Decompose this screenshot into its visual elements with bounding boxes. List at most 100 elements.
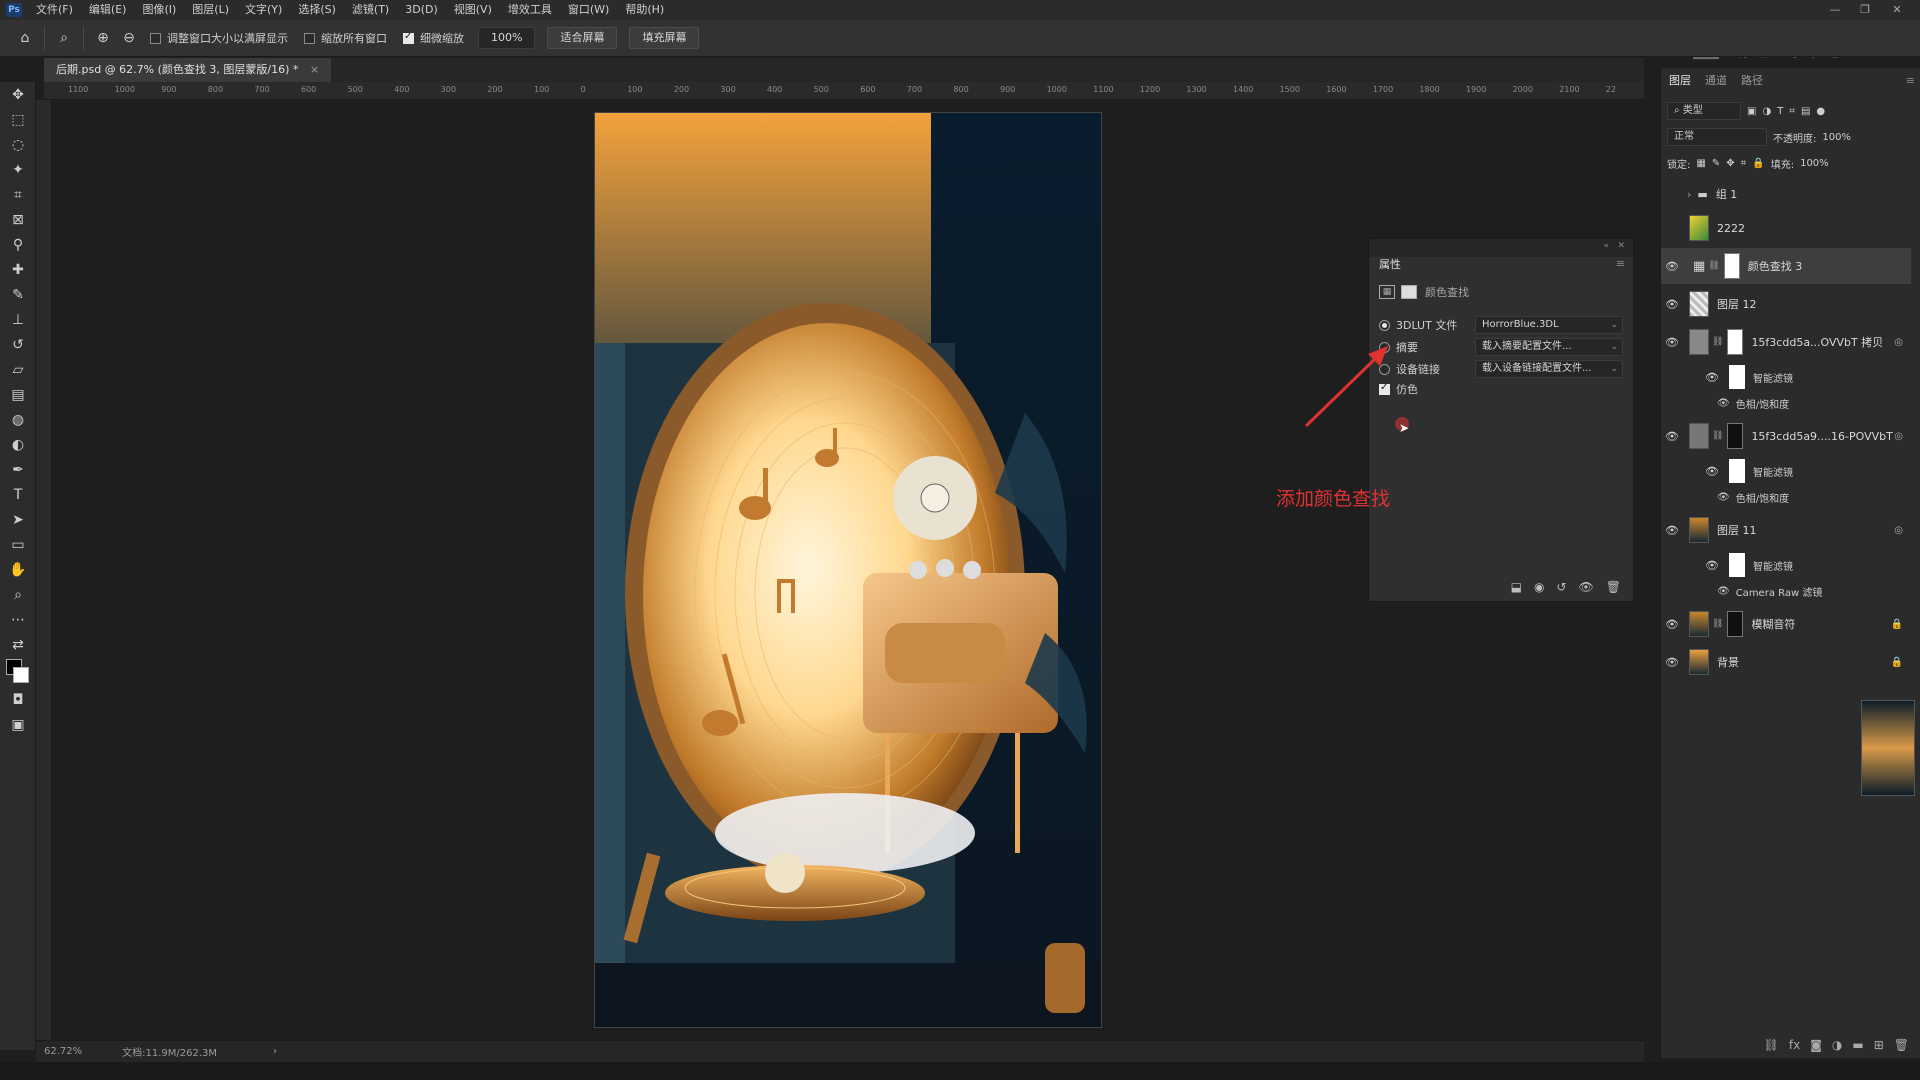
frame-tool-icon[interactable]: ⊠ bbox=[0, 207, 36, 232]
checkbox-box[interactable] bbox=[150, 32, 161, 44]
zoom-100-button[interactable]: 100% bbox=[478, 27, 536, 49]
layer-row-smart-copy[interactable]: 👁 ⛓ 15f3cdd5a...OVVbT 拷贝 ◎ bbox=[1661, 324, 1911, 360]
brush-tool-icon[interactable]: ✎ bbox=[0, 282, 36, 307]
zoom-tool-icon[interactable]: ⌕ bbox=[0, 582, 36, 607]
gradient-tool-icon[interactable]: ▤ bbox=[0, 382, 36, 407]
menu-3d[interactable]: 3D(D) bbox=[397, 0, 446, 20]
reset-icon[interactable]: ↺ bbox=[1556, 580, 1566, 594]
filter-pixel-icon[interactable]: ▣ bbox=[1747, 106, 1756, 117]
view-previous-state-icon[interactable]: ◉ bbox=[1534, 580, 1544, 594]
collapse-icon[interactable]: « bbox=[1603, 241, 1609, 251]
lut-file-radio[interactable] bbox=[1379, 319, 1390, 331]
eye-icon[interactable]: 👁 bbox=[1717, 586, 1730, 597]
eye-icon[interactable]: 👁 bbox=[1701, 371, 1723, 384]
eye-icon[interactable]: 👁 bbox=[1661, 618, 1683, 631]
quick-mask-icon[interactable]: ◘ bbox=[0, 687, 36, 712]
clip-to-layer-icon[interactable]: ⬓ bbox=[1511, 580, 1522, 594]
link-icon[interactable]: ⛓ bbox=[1712, 619, 1723, 629]
panel-menu-icon[interactable]: ≡ bbox=[1616, 257, 1625, 270]
tab-channels[interactable]: 通道 bbox=[1705, 72, 1727, 88]
abstract-select[interactable]: 载入摘要配置文件... ⌄ bbox=[1475, 338, 1623, 356]
eraser-tool-icon[interactable]: ▱ bbox=[0, 357, 36, 382]
type-tool-icon[interactable]: T bbox=[0, 482, 36, 507]
background-color[interactable] bbox=[13, 667, 29, 683]
resize-windows-checkbox[interactable]: 调整窗口大小以满屏显示 bbox=[150, 30, 288, 46]
fill-value[interactable]: 100% bbox=[1800, 158, 1829, 169]
close-panel-icon[interactable]: ✕ bbox=[1617, 241, 1625, 251]
fit-screen-button[interactable]: 适合屏幕 bbox=[547, 27, 618, 49]
layer-row-color-lookup[interactable]: 👁 ▦ ⛓ 颜色查找 3 bbox=[1661, 248, 1911, 284]
opacity-value[interactable]: 100% bbox=[1822, 132, 1851, 143]
menu-help[interactable]: 帮助(H) bbox=[617, 0, 672, 20]
scrubby-zoom-checkbox[interactable]: 细微缩放 bbox=[403, 30, 464, 46]
eye-icon[interactable]: 👁 bbox=[1701, 465, 1723, 478]
hand-tool-icon[interactable]: ✋ bbox=[0, 557, 36, 582]
dither-row[interactable]: 仿色 bbox=[1379, 379, 1629, 399]
lock-position-icon[interactable]: ✥ bbox=[1726, 158, 1734, 169]
mask-icon[interactable] bbox=[1401, 285, 1417, 299]
toggle-visibility-icon[interactable]: 👁 bbox=[1579, 580, 1594, 594]
eye-icon[interactable]: 👁 bbox=[1661, 298, 1683, 311]
lock-all-icon[interactable]: 🔒 bbox=[1752, 158, 1764, 169]
menu-image[interactable]: 图像(I) bbox=[134, 0, 184, 20]
abstract-row[interactable]: 摘要 载入摘要配置文件... ⌄ bbox=[1379, 337, 1629, 357]
lock-image-icon[interactable]: ✎ bbox=[1712, 158, 1720, 169]
color-swatches[interactable] bbox=[0, 657, 36, 687]
layer-mask-thumbnail[interactable] bbox=[1727, 329, 1744, 355]
filter-adjustment-icon[interactable]: ◑ bbox=[1762, 106, 1771, 117]
eye-icon[interactable]: 👁 bbox=[1661, 430, 1683, 443]
eye-icon[interactable]: 👁 bbox=[1717, 492, 1730, 503]
menu-window[interactable]: 窗口(W) bbox=[560, 0, 617, 20]
layer-row-group[interactable]: › ▬ 组 1 bbox=[1661, 176, 1911, 212]
lut-file-row[interactable]: 3DLUT 文件 HorrorBlue.3DL ⌄ bbox=[1379, 315, 1629, 335]
new-layer-icon[interactable]: ⊞ bbox=[1874, 1038, 1884, 1052]
layer-row-blur-notes[interactable]: 👁 ⛓ 模糊音符 🔒 bbox=[1661, 606, 1911, 642]
menu-file[interactable]: 文件(F) bbox=[28, 0, 81, 20]
layer-mask-thumbnail[interactable] bbox=[1727, 423, 1744, 449]
smart-filters-row[interactable]: 👁 智能滤镜 bbox=[1701, 552, 1911, 578]
healing-brush-tool-icon[interactable]: ✚ bbox=[0, 257, 36, 282]
menu-plugins[interactable]: 增效工具 bbox=[500, 0, 560, 20]
layer-row-layer11[interactable]: 👁 图层 11 ◎ bbox=[1661, 512, 1911, 548]
panel-menu-icon[interactable]: ≡ bbox=[1906, 74, 1915, 87]
home-icon[interactable]: ⌂ bbox=[12, 25, 38, 51]
lock-transparent-icon[interactable]: ▦ bbox=[1696, 158, 1705, 169]
layer-row-layer12[interactable]: 👁 图层 12 bbox=[1661, 286, 1911, 322]
delete-layer-icon[interactable]: 🗑 bbox=[1894, 1038, 1909, 1052]
delete-icon[interactable]: 🗑 bbox=[1606, 580, 1621, 594]
smart-filters-row[interactable]: 👁 智能滤镜 bbox=[1701, 458, 1911, 484]
camera-raw-filter-row[interactable]: 👁 Camera Raw 滤镜 bbox=[1717, 578, 1920, 604]
menu-type[interactable]: 文字(Y) bbox=[237, 0, 290, 20]
filter-toggle-icon[interactable]: ● bbox=[1816, 106, 1825, 117]
layer-row-background[interactable]: 👁 背景 🔒 bbox=[1661, 644, 1911, 680]
filter-smart-object-icon[interactable]: ▤ bbox=[1801, 106, 1810, 117]
layer-mask-thumbnail[interactable] bbox=[1727, 611, 1744, 637]
document-tab[interactable]: 后期.psd @ 62.7% (颜色查找 3, 图层蒙版/16) * × bbox=[44, 58, 332, 82]
new-group-icon[interactable]: ▬ bbox=[1852, 1038, 1863, 1052]
layer-row-2222[interactable]: 2222 bbox=[1661, 210, 1911, 246]
lut-file-select[interactable]: HorrorBlue.3DL ⌄ bbox=[1475, 316, 1623, 334]
checkbox-box[interactable] bbox=[304, 32, 315, 44]
screen-mode-icon[interactable]: ▣ bbox=[0, 712, 36, 737]
fx-icon[interactable]: fx bbox=[1789, 1038, 1800, 1052]
path-selection-tool-icon[interactable]: ➤ bbox=[0, 507, 36, 532]
eye-icon[interactable]: 👁 bbox=[1661, 336, 1683, 349]
more-tools-icon[interactable]: ⋯ bbox=[0, 607, 36, 632]
history-brush-tool-icon[interactable]: ↺ bbox=[0, 332, 36, 357]
zoom-readout[interactable]: 62.72% bbox=[44, 1046, 82, 1057]
checkbox-box[interactable] bbox=[403, 31, 414, 44]
hue-saturation-filter-row[interactable]: 👁 色相/饱和度 bbox=[1717, 484, 1920, 510]
hue-saturation-filter-row[interactable]: 👁 色相/饱和度 bbox=[1717, 390, 1920, 416]
filter-shape-icon[interactable]: ⌗ bbox=[1789, 106, 1795, 117]
lasso-tool-icon[interactable]: ◌ bbox=[0, 132, 36, 157]
eyedropper-tool-icon[interactable]: ⚲ bbox=[0, 232, 36, 257]
dodge-tool-icon[interactable]: ◐ bbox=[0, 432, 36, 457]
crop-tool-icon[interactable]: ⌗ bbox=[0, 182, 36, 207]
rectangle-tool-icon[interactable]: ▭ bbox=[0, 532, 36, 557]
filter-kind-select[interactable]: ⌕ 类型 bbox=[1667, 102, 1741, 120]
lock-artboard-icon[interactable]: ⌗ bbox=[1741, 158, 1747, 169]
pen-tool-icon[interactable]: ✒ bbox=[0, 457, 36, 482]
add-mask-icon[interactable]: ◙ bbox=[1810, 1038, 1822, 1052]
properties-panel-titlebar[interactable]: « ✕ bbox=[1369, 239, 1633, 257]
navigator-thumbnail[interactable] bbox=[1861, 700, 1915, 796]
